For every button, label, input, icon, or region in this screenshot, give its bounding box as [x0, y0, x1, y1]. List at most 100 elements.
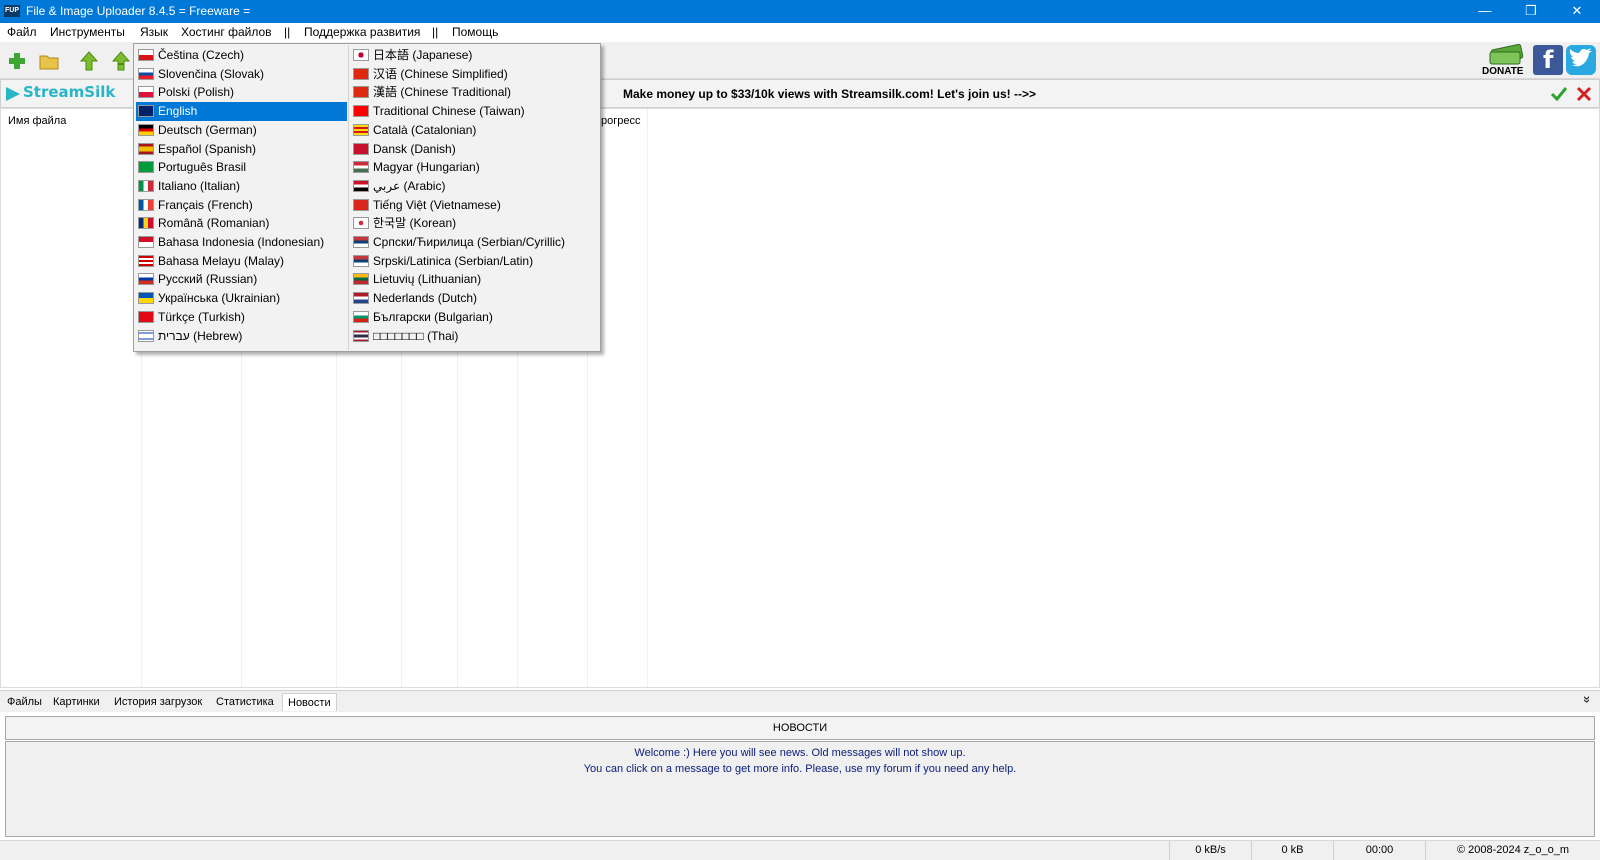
status-copyright: © 2008-2024 z_o_o_m — [1425, 841, 1600, 860]
tab-images[interactable]: Картинки — [48, 693, 105, 711]
language-option[interactable]: عربي (Arabic) — [351, 177, 598, 196]
language-option[interactable]: Slovenčina (Slovak) — [136, 65, 347, 84]
language-option-label: 漢語 (Chinese Traditional) — [373, 85, 512, 100]
flag-eg-icon — [353, 179, 369, 192]
language-option[interactable]: Русский (Russian) — [136, 270, 347, 289]
minimize-button[interactable]: — — [1462, 0, 1508, 23]
language-option[interactable]: Tiếng Việt (Vietnamese) — [351, 196, 598, 215]
ad-close-button[interactable] — [1574, 84, 1594, 104]
language-option[interactable]: Türkçe (Turkish) — [136, 308, 347, 327]
donate-button[interactable]: DONATE — [1480, 44, 1530, 77]
news-message[interactable]: You can click on a message to get more i… — [6, 761, 1594, 777]
language-option[interactable]: Català (Catalonian) — [351, 121, 598, 140]
tab-news[interactable]: Новости — [282, 693, 337, 711]
open-folder-button[interactable] — [38, 50, 60, 72]
language-option[interactable]: Română (Romanian) — [136, 214, 347, 233]
language-option[interactable]: Bahasa Melayu (Malay) — [136, 252, 347, 271]
language-option-label: Українська (Ukrainian) — [158, 291, 281, 306]
language-option[interactable]: Traditional Chinese (Taiwan) — [351, 102, 598, 121]
language-option[interactable]: 漢語 (Chinese Traditional) — [351, 83, 598, 102]
menu-file[interactable]: Файл — [7, 25, 37, 39]
column-header-file-name[interactable]: Имя файла — [8, 115, 66, 127]
language-option[interactable]: Lietuvių (Lithuanian) — [351, 270, 598, 289]
language-option-label: Српски/Ћирилица (Serbian/Cyrillic) — [373, 235, 566, 249]
language-option-label: Français (French) — [158, 197, 253, 212]
language-option-label: 汉语 (Chinese Simplified) — [373, 66, 508, 81]
language-option-label: English — [158, 104, 198, 119]
facebook-button[interactable]: f — [1533, 45, 1563, 75]
title-bar: FUP File & Image Uploader 8.4.5 = Freewa… — [0, 0, 1600, 23]
news-header: НОВОСТИ — [5, 716, 1595, 740]
menu-help[interactable]: Помощь — [452, 25, 498, 39]
language-option[interactable]: English — [136, 102, 347, 122]
language-option[interactable]: 汉语 (Chinese Simplified) — [351, 65, 598, 84]
flag-gb-icon — [138, 105, 154, 118]
language-option-label: Türkçe (Turkish) — [158, 309, 245, 324]
tab-statistics[interactable]: Статистика — [211, 693, 279, 711]
language-option[interactable]: Srpski/Latinica (Serbian/Latin) — [351, 252, 598, 271]
news-message[interactable]: Welcome :) Here you will see news. Old m… — [6, 745, 1594, 761]
menu-separator: || — [284, 25, 291, 39]
language-option[interactable]: 한국말 (Korean) — [351, 214, 598, 233]
language-option-label: Bahasa Indonesia (Indonesian) — [158, 235, 325, 249]
language-option[interactable]: Français (French) — [136, 196, 347, 215]
menu-bar: Файл Инструменты Язык Хостинг файлов || … — [0, 23, 1600, 42]
language-option[interactable]: Български (Bulgarian) — [351, 308, 598, 327]
menu-file-hosting[interactable]: Хостинг файлов — [181, 25, 272, 39]
language-option-label: עברית (Hebrew) — [158, 328, 243, 343]
flag-il-icon — [138, 329, 154, 342]
flag-br-icon — [138, 161, 154, 174]
flag-rs-icon — [353, 236, 369, 248]
restore-button[interactable]: ❐ — [1508, 0, 1554, 23]
tab-upload-history[interactable]: История загрузок — [109, 693, 207, 711]
language-option[interactable]: Español (Spanish) — [136, 140, 347, 159]
column-divider — [647, 109, 648, 687]
upload-all-icon — [111, 51, 131, 71]
flag-cn-icon — [353, 86, 369, 99]
menu-separator: || — [432, 25, 439, 39]
language-option-label: Português Brasil — [158, 160, 247, 175]
app-icon: FUP — [4, 5, 20, 17]
flag-ua-icon — [138, 292, 154, 305]
language-option-label: Dansk (Danish) — [373, 141, 456, 156]
language-option[interactable]: Dansk (Danish) — [351, 140, 598, 159]
collapse-chevron-icon[interactable]: » — [1580, 696, 1595, 703]
bottom-tabs: Файлы Картинки История загрузок Статисти… — [0, 690, 1600, 712]
language-option[interactable]: Українська (Ukrainian) — [136, 289, 347, 308]
language-option[interactable]: Polski (Polish) — [136, 83, 347, 102]
language-option[interactable]: Bahasa Indonesia (Indonesian) — [136, 233, 347, 252]
language-option[interactable]: Deutsch (German) — [136, 121, 347, 140]
flag-hu-icon — [353, 161, 369, 174]
language-option[interactable]: Српски/Ћирилица (Serbian/Cyrillic) — [351, 233, 598, 252]
language-option[interactable]: Čeština (Czech) — [136, 46, 347, 65]
language-option-label: Deutsch (German) — [158, 122, 257, 137]
language-option[interactable]: Magyar (Hungarian) — [351, 158, 598, 177]
flag-tw-icon — [353, 105, 369, 118]
tab-files[interactable]: Файлы — [2, 693, 47, 711]
ad-text[interactable]: Make money up to $33/10k views with Stre… — [623, 87, 1036, 101]
flag-es-icon — [138, 142, 154, 155]
close-button[interactable]: ✕ — [1554, 0, 1600, 23]
menu-language[interactable]: Язык — [140, 25, 168, 39]
upload-all-button[interactable] — [110, 50, 132, 72]
language-option[interactable]: Português Brasil — [136, 158, 347, 177]
twitter-button[interactable] — [1566, 45, 1596, 75]
column-header-progress[interactable]: рогресс — [601, 115, 640, 127]
news-panel: Welcome :) Here you will see news. Old m… — [5, 741, 1595, 837]
language-option-label: 한국말 (Korean) — [373, 216, 457, 231]
check-icon — [1550, 87, 1568, 102]
language-option-label: Tiếng Việt (Vietnamese) — [373, 197, 501, 212]
menu-tools[interactable]: Инструменты — [50, 25, 125, 39]
flag-vn-icon — [353, 198, 369, 211]
language-option[interactable]: □□□□□□□ (Thai) — [351, 327, 598, 346]
language-option[interactable]: עברית (Hebrew) — [136, 327, 347, 346]
add-files-button[interactable] — [6, 50, 28, 72]
language-option-label: Lietuvių (Lithuanian) — [373, 272, 482, 287]
menu-support-development[interactable]: Поддержка развития — [304, 25, 420, 39]
ad-accept-button[interactable] — [1549, 84, 1569, 104]
language-option[interactable]: Nederlands (Dutch) — [351, 289, 598, 308]
language-option-label: Slovenčina (Slovak) — [158, 66, 265, 81]
upload-button[interactable] — [78, 50, 100, 72]
language-option[interactable]: Italiano (Italian) — [136, 177, 347, 196]
language-option[interactable]: 日本語 (Japanese) — [351, 46, 598, 65]
